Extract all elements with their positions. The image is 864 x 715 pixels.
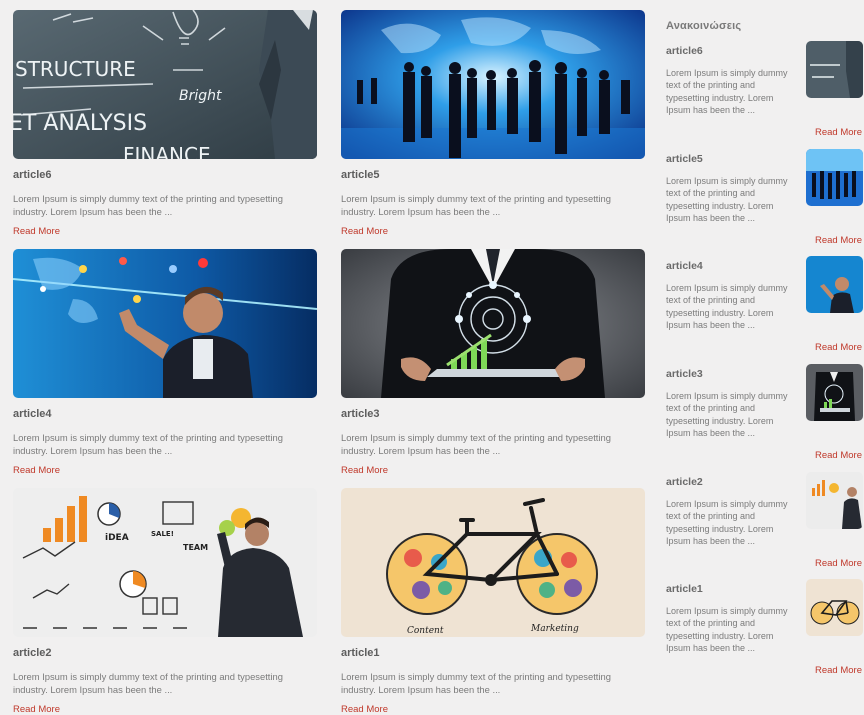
- sidebar-thumb-business-analysis[interactable]: [806, 41, 863, 98]
- sidebar-item-title[interactable]: article6: [666, 45, 703, 57]
- sidebar-item-title[interactable]: article4: [666, 260, 703, 272]
- read-more-link[interactable]: Read More: [341, 465, 388, 476]
- image-text-team: TEAM: [183, 543, 208, 552]
- read-more-link[interactable]: Read More: [13, 704, 60, 715]
- article-title[interactable]: article1: [341, 647, 380, 659]
- sidebar-read-more-link[interactable]: Read More: [815, 235, 862, 246]
- article-card: article3 Lorem Ipsum is simply dummy tex…: [341, 249, 645, 476]
- article-image-business-people[interactable]: [341, 10, 645, 159]
- sidebar-item-excerpt: Lorem Ipsum is simply dummy text of the …: [666, 283, 788, 331]
- article-card: article5 Lorem Ipsum is simply dummy tex…: [341, 10, 645, 237]
- article-title[interactable]: article4: [13, 408, 52, 420]
- sidebar-item: article4 Lorem Ipsum is simply dummy tex…: [666, 256, 864, 360]
- article-excerpt: Lorem Ipsum is simply dummy text of the …: [13, 193, 283, 217]
- article-excerpt: Lorem Ipsum is simply dummy text of the …: [13, 671, 283, 695]
- article-card: iDEA TEAM SALE! article2 Lorem Ipsum is …: [13, 488, 317, 715]
- article-card: STRUCTURE ET ANALYSIS FINANCE Bright art…: [13, 10, 317, 237]
- image-text-bright: Bright: [179, 88, 222, 104]
- article-card: article4 Lorem Ipsum is simply dummy tex…: [13, 249, 317, 476]
- sidebar-item: article2 Lorem Ipsum is simply dummy tex…: [666, 472, 864, 576]
- article-excerpt: Lorem Ipsum is simply dummy text of the …: [341, 432, 611, 456]
- sidebar-item-excerpt: Lorem Ipsum is simply dummy text of the …: [666, 176, 788, 224]
- sidebar-item-title[interactable]: article5: [666, 153, 703, 165]
- article-title[interactable]: article2: [13, 647, 52, 659]
- sidebar-item: article5 Lorem Ipsum is simply dummy tex…: [666, 149, 864, 253]
- article-excerpt: Lorem Ipsum is simply dummy text of the …: [341, 671, 611, 695]
- sidebar-read-more-link[interactable]: Read More: [815, 450, 862, 461]
- article-title[interactable]: article5: [341, 169, 380, 181]
- article-excerpt: Lorem Ipsum is simply dummy text of the …: [13, 432, 283, 456]
- article-card: Content Marketing article1 Lorem Ipsum i…: [341, 488, 645, 715]
- article-title[interactable]: article3: [341, 408, 380, 420]
- sidebar-item-title[interactable]: article2: [666, 476, 703, 488]
- read-more-link[interactable]: Read More: [13, 226, 60, 237]
- sidebar-item-excerpt: Lorem Ipsum is simply dummy text of the …: [666, 68, 788, 116]
- sidebar-item-title[interactable]: article3: [666, 368, 703, 380]
- article-image-content-marketing[interactable]: Content Marketing: [341, 488, 645, 637]
- sidebar-read-more-link[interactable]: Read More: [815, 665, 862, 676]
- sidebar-item: article1 Lorem Ipsum is simply dummy tex…: [666, 579, 864, 683]
- sidebar-item-title[interactable]: article1: [666, 583, 703, 595]
- sidebar-item-excerpt: Lorem Ipsum is simply dummy text of the …: [666, 499, 788, 547]
- image-text-marketing: Marketing: [530, 624, 579, 634]
- image-text-analysis: ET ANALYSIS: [13, 111, 147, 136]
- sidebar-thumb-digital-map[interactable]: [806, 256, 863, 313]
- sidebar-item: article3 Lorem Ipsum is simply dummy tex…: [666, 364, 864, 468]
- article-excerpt: Lorem Ipsum is simply dummy text of the …: [341, 193, 611, 217]
- sidebar-heading: Ανακοινώσεις: [666, 20, 742, 32]
- sidebar-item-excerpt: Lorem Ipsum is simply dummy text of the …: [666, 391, 788, 439]
- sidebar-thumb-business-people[interactable]: [806, 149, 863, 206]
- image-text-content: Content: [407, 626, 444, 636]
- image-text-sale: SALE!: [151, 530, 174, 538]
- article-title[interactable]: article6: [13, 169, 52, 181]
- sidebar-read-more-link[interactable]: Read More: [815, 342, 862, 353]
- sidebar-read-more-link[interactable]: Read More: [815, 558, 862, 569]
- article-image-business-analysis[interactable]: STRUCTURE ET ANALYSIS FINANCE Bright: [13, 10, 317, 159]
- sidebar-item: article6 Lorem Ipsum is simply dummy tex…: [666, 41, 864, 145]
- image-text-idea: iDEA: [105, 533, 129, 543]
- read-more-link[interactable]: Read More: [13, 465, 60, 476]
- sidebar-thumb-tablet-chart[interactable]: [806, 364, 863, 421]
- sidebar-item-excerpt: Lorem Ipsum is simply dummy text of the …: [666, 606, 788, 654]
- article-image-digital-map[interactable]: [13, 249, 317, 398]
- read-more-link[interactable]: Read More: [341, 226, 388, 237]
- article-image-business-sketches[interactable]: iDEA TEAM SALE!: [13, 488, 317, 637]
- sidebar-thumb-content-marketing[interactable]: [806, 579, 863, 636]
- read-more-link[interactable]: Read More: [341, 704, 388, 715]
- sidebar-read-more-link[interactable]: Read More: [815, 127, 862, 138]
- image-text-structure: STRUCTURE: [15, 57, 136, 81]
- article-image-tablet-chart[interactable]: [341, 249, 645, 398]
- image-text-finance: FINANCE: [123, 143, 211, 159]
- sidebar-thumb-business-sketches[interactable]: [806, 472, 863, 529]
